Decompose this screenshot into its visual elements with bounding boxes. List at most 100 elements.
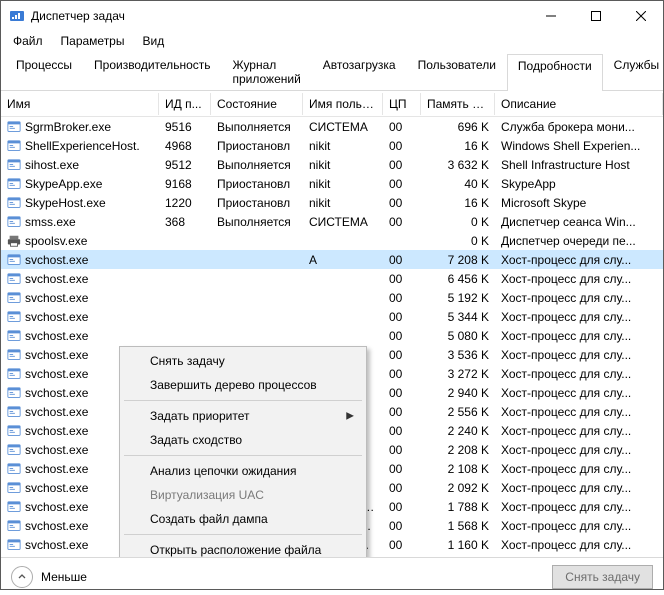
process-description: Служба брокера мони... [495, 120, 663, 134]
process-user: nikit [303, 196, 383, 210]
process-cpu: 00 [383, 424, 421, 438]
maximize-button[interactable] [573, 1, 618, 31]
executable-icon [7, 177, 21, 191]
process-cpu: 00 [383, 405, 421, 419]
process-cpu: 00 [383, 500, 421, 514]
process-pid: 9168 [159, 177, 211, 191]
process-memory: 40 K [421, 177, 495, 191]
tab-services[interactable]: Службы [603, 53, 664, 90]
col-cpu[interactable]: ЦП [383, 93, 421, 115]
process-description: Диспетчер сеанса Win... [495, 215, 663, 229]
table-row[interactable]: svchost.exe005 192 KХост-процесс для слу… [1, 288, 663, 307]
end-task-button[interactable]: Снять задачу [552, 565, 653, 589]
executable-icon [7, 481, 21, 495]
process-state: Выполняется [211, 158, 303, 172]
process-name: svchost.exe [25, 329, 88, 343]
process-description: Хост-процесс для слу... [495, 253, 663, 267]
process-user: A [303, 253, 383, 267]
process-name: svchost.exe [25, 424, 88, 438]
col-pid[interactable]: ИД п... [159, 93, 211, 115]
tab-performance[interactable]: Производительность [83, 53, 221, 90]
process-memory: 2 940 K [421, 386, 495, 400]
process-description: Microsoft Skype [495, 196, 663, 210]
menu-file[interactable]: Файл [5, 32, 51, 50]
process-name: svchost.exe [25, 291, 88, 305]
menu-view[interactable]: Вид [134, 32, 172, 50]
process-description: Windows Shell Experien... [495, 139, 663, 153]
table-row[interactable]: SkypeApp.exe9168Приостановлnikit0040 KSk… [1, 174, 663, 193]
table-row[interactable]: smss.exe368ВыполняетсяСИСТЕМА000 KДиспет… [1, 212, 663, 231]
process-state: Приостановл [211, 177, 303, 191]
ctx-open-location[interactable]: Открыть расположение файла [122, 538, 364, 557]
table-row[interactable]: sihost.exe9512Выполняетсяnikit003 632 KS… [1, 155, 663, 174]
process-cpu: 00 [383, 120, 421, 134]
process-cpu: 00 [383, 215, 421, 229]
process-memory: 2 092 K [421, 481, 495, 495]
process-memory: 7 208 K [421, 253, 495, 267]
process-pid: 9516 [159, 120, 211, 134]
process-description: Хост-процесс для слу... [495, 538, 663, 552]
process-name: SkypeApp.exe [25, 177, 102, 191]
ctx-analyze-wait[interactable]: Анализ цепочки ожидания [122, 459, 364, 483]
executable-icon [7, 158, 21, 172]
table-row[interactable]: svchost.exeA007 208 KХост-процесс для сл… [1, 250, 663, 269]
process-description: Хост-процесс для слу... [495, 500, 663, 514]
ctx-set-priority[interactable]: Задать приоритет ▶ [122, 404, 364, 428]
col-user[interactable]: Имя польз... [303, 93, 383, 115]
process-cpu: 00 [383, 481, 421, 495]
col-desc[interactable]: Описание [495, 93, 663, 115]
process-description: Хост-процесс для слу... [495, 272, 663, 286]
fewer-details[interactable]: Меньше [11, 566, 87, 588]
table-row[interactable]: SgrmBroker.exe9516ВыполняетсяСИСТЕМА0069… [1, 117, 663, 136]
table-row[interactable]: svchost.exe005 080 KХост-процесс для слу… [1, 326, 663, 345]
process-description: Хост-процесс для слу... [495, 443, 663, 457]
minimize-button[interactable] [528, 1, 573, 31]
process-memory: 2 108 K [421, 462, 495, 476]
table-row[interactable]: SkypeHost.exe1220Приостановлnikit0016 KM… [1, 193, 663, 212]
col-name[interactable]: Имя [1, 93, 159, 115]
executable-icon [7, 329, 21, 343]
process-name: svchost.exe [25, 348, 88, 362]
table-row[interactable]: ShellExperienceHost.4968Приостановлnikit… [1, 136, 663, 155]
executable-icon [7, 462, 21, 476]
process-description: Хост-процесс для слу... [495, 386, 663, 400]
process-name: svchost.exe [25, 500, 88, 514]
process-name: svchost.exe [25, 386, 88, 400]
ctx-create-dump[interactable]: Создать файл дампа [122, 507, 364, 531]
process-memory: 5 080 K [421, 329, 495, 343]
process-name: sihost.exe [25, 158, 79, 172]
chevron-right-icon: ▶ [346, 411, 354, 422]
process-description: Хост-процесс для слу... [495, 481, 663, 495]
table-row[interactable]: svchost.exe006 456 KХост-процесс для слу… [1, 269, 663, 288]
process-description: Хост-процесс для слу... [495, 519, 663, 533]
titlebar: Диспетчер задач [1, 1, 663, 31]
col-state[interactable]: Состояние [211, 93, 303, 115]
process-description: Хост-процесс для слу... [495, 405, 663, 419]
executable-icon [7, 405, 21, 419]
menu-options[interactable]: Параметры [53, 32, 133, 50]
column-headers: Имя ИД п... Состояние Имя польз... ЦП Па… [1, 91, 663, 117]
process-description: Хост-процесс для слу... [495, 310, 663, 324]
col-mem[interactable]: Память (ч... [421, 93, 495, 115]
ctx-uac-virt: Виртуализация UAC [122, 483, 364, 507]
ctx-end-task[interactable]: Снять задачу [122, 349, 364, 373]
tab-app-history[interactable]: Журнал приложений [222, 53, 312, 90]
tab-details[interactable]: Подробности [507, 54, 603, 91]
ctx-end-tree[interactable]: Завершить дерево процессов [122, 373, 364, 397]
collapse-icon [11, 566, 33, 588]
tab-users[interactable]: Пользователи [407, 53, 507, 90]
tab-processes[interactable]: Процессы [5, 53, 83, 90]
process-name: svchost.exe [25, 443, 88, 457]
table-row[interactable]: spoolsv.exe0 KДиспетчер очереди пе... [1, 231, 663, 250]
table-row[interactable]: svchost.exe005 344 KХост-процесс для слу… [1, 307, 663, 326]
executable-icon [7, 272, 21, 286]
process-memory: 3 536 K [421, 348, 495, 362]
process-name: svchost.exe [25, 405, 88, 419]
task-manager-icon [9, 8, 25, 24]
process-pid: 9512 [159, 158, 211, 172]
close-button[interactable] [618, 1, 663, 31]
process-name: svchost.exe [25, 272, 88, 286]
executable-icon [7, 424, 21, 438]
ctx-set-affinity[interactable]: Задать сходство [122, 428, 364, 452]
tab-startup[interactable]: Автозагрузка [312, 53, 407, 90]
